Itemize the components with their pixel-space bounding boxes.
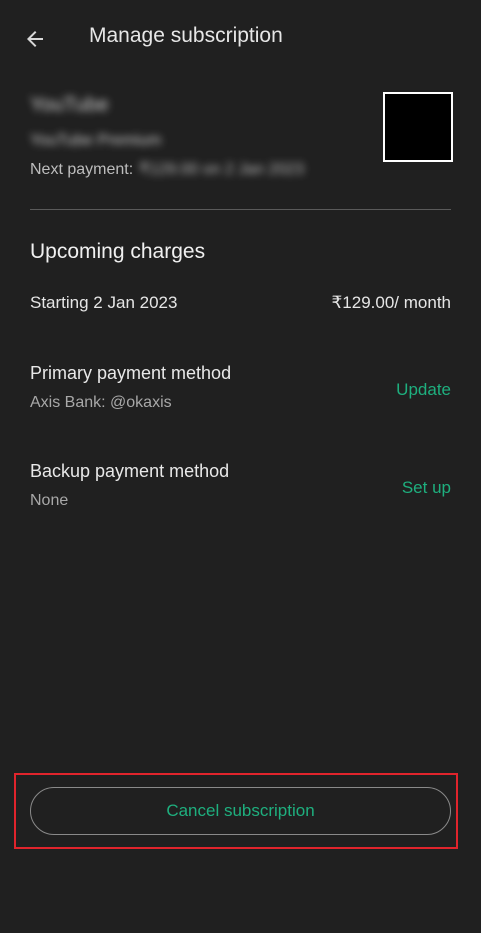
cancel-subscription-button[interactable]: Cancel subscription	[30, 787, 451, 835]
backup-payment-title: Backup payment method	[30, 461, 230, 481]
backup-payment-row: Backup payment method None Set up	[30, 461, 451, 521]
update-payment-button[interactable]: Update	[396, 380, 451, 400]
manage-subscription-screen: Manage subscription YouTube YouTube Prem…	[0, 0, 481, 933]
next-payment-value: ₹129.00 on 2 Jan 2023	[139, 161, 305, 178]
next-payment-label: Next payment:	[30, 161, 134, 178]
upcoming-charges-heading: Upcoming charges	[30, 240, 206, 263]
top-app-bar: Manage subscription	[0, 0, 481, 78]
primary-payment-value: Axis Bank: @okaxis	[30, 394, 172, 411]
app-name: YouTube	[30, 94, 109, 116]
back-button[interactable]	[18, 22, 52, 56]
primary-payment-row: Primary payment method Axis Bank: @okaxi…	[30, 363, 451, 423]
subscription-thumbnail	[383, 92, 453, 162]
next-payment: Next payment: ₹129.00 on 2 Jan 2023	[30, 159, 304, 179]
charge-price: ₹129.00/ month	[331, 293, 451, 312]
backup-payment-value: None	[30, 492, 69, 509]
divider	[30, 209, 451, 210]
charge-start-date: Starting 2 Jan 2023	[30, 293, 178, 312]
page-title: Manage subscription	[89, 24, 283, 47]
arrow-left-icon	[27, 31, 43, 47]
setup-backup-button[interactable]: Set up	[402, 478, 451, 498]
plan-name: YouTube Premium	[30, 132, 162, 149]
primary-payment-title: Primary payment method	[30, 363, 232, 383]
upcoming-charge-row: Starting 2 Jan 2023 ₹129.00/ month	[30, 293, 451, 313]
